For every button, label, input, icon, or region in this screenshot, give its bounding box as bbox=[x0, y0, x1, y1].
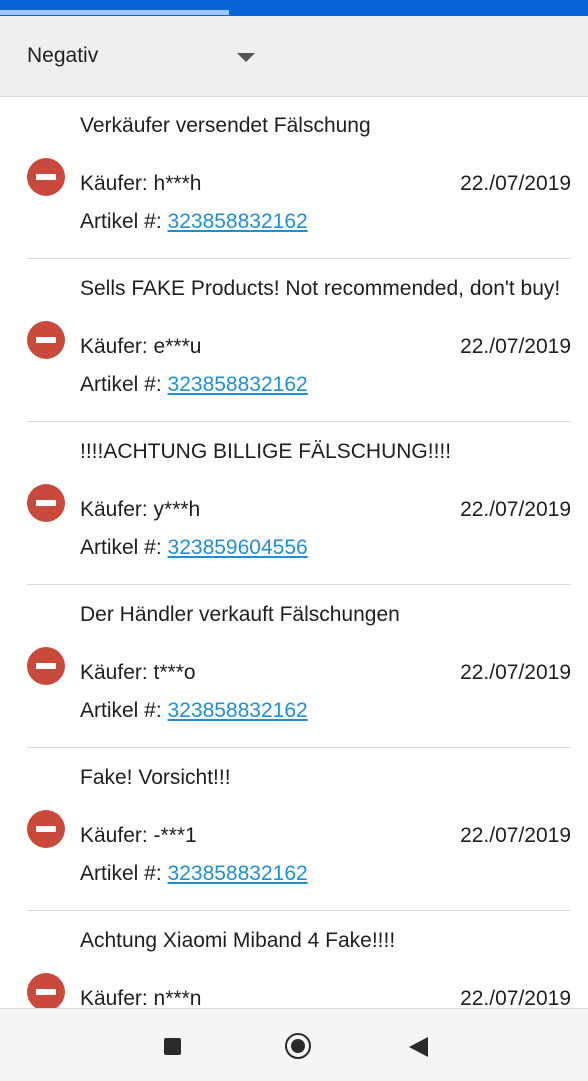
article-number-link[interactable]: 323858832162 bbox=[168, 862, 308, 885]
buyer-name: Käufer: h***h bbox=[80, 172, 202, 195]
article-row: Artikel #: 323858832162 bbox=[80, 373, 308, 397]
negative-rating-icon bbox=[27, 321, 65, 359]
buyer-name: Käufer: n***n bbox=[80, 987, 202, 1008]
buyer-name: Käufer: -***1 bbox=[80, 824, 197, 847]
buyer-name: Käufer: y***h bbox=[80, 498, 201, 521]
feedback-item: Der Händler verkauft Fälschungen Käufer:… bbox=[0, 585, 588, 748]
feedback-comment: Der Händler verkauft Fälschungen bbox=[80, 603, 400, 626]
article-number-link[interactable]: 323858832162 bbox=[168, 699, 308, 722]
feedback-comment: !!!!ACHTUNG BILLIGE FÄLSCHUNG!!!! bbox=[80, 440, 452, 463]
article-number-link[interactable]: 323859604556 bbox=[168, 536, 308, 559]
negative-rating-icon bbox=[27, 973, 65, 1008]
filter-selected-value: Negativ bbox=[27, 44, 99, 67]
feedback-item: Sells FAKE Products! Not recommended, do… bbox=[0, 259, 588, 422]
article-row: Artikel #: 323858832162 bbox=[80, 862, 308, 886]
feedback-date: 22./07/2019 bbox=[460, 824, 571, 847]
feedback-date: 22./07/2019 bbox=[460, 498, 571, 521]
buyer-name: Käufer: e***u bbox=[80, 335, 202, 358]
feedback-date: 22./07/2019 bbox=[460, 172, 571, 195]
negative-rating-icon bbox=[27, 484, 65, 522]
feedback-comment: Sells FAKE Products! Not recommended, do… bbox=[80, 277, 561, 300]
feedback-item: !!!!ACHTUNG BILLIGE FÄLSCHUNG!!!! Käufer… bbox=[0, 422, 588, 585]
article-label: Artikel #: bbox=[80, 373, 168, 396]
article-label: Artikel #: bbox=[80, 862, 168, 885]
feedback-date: 22./07/2019 bbox=[460, 335, 571, 358]
system-navigation-bar bbox=[0, 1008, 588, 1081]
feedback-date: 22./07/2019 bbox=[460, 661, 571, 684]
circle-icon[interactable] bbox=[285, 1033, 311, 1059]
feedback-date: 22./07/2019 bbox=[460, 987, 571, 1008]
feedback-item: Verkäufer versendet Fälschung Käufer: h*… bbox=[0, 96, 588, 259]
loading-progress-bar bbox=[0, 0, 588, 16]
feedback-comment: Fake! Vorsicht!!! bbox=[80, 766, 231, 789]
negative-rating-icon bbox=[27, 647, 65, 685]
negative-rating-icon bbox=[27, 810, 65, 848]
article-label: Artikel #: bbox=[80, 699, 168, 722]
progress-fill bbox=[0, 10, 230, 15]
triangle-back-icon[interactable] bbox=[409, 1037, 428, 1057]
feedback-comment: Verkäufer versendet Fälschung bbox=[80, 114, 371, 137]
feedback-item: Achtung Xiaomi Miband 4 Fake!!!! Käufer:… bbox=[0, 911, 588, 1008]
article-row: Artikel #: 323859604556 bbox=[80, 536, 308, 560]
article-number-link[interactable]: 323858832162 bbox=[168, 373, 308, 396]
feedback-comment: Achtung Xiaomi Miband 4 Fake!!!! bbox=[80, 929, 396, 952]
feedback-list[interactable]: Verkäufer versendet Fälschung Käufer: h*… bbox=[0, 96, 588, 1008]
article-number-link[interactable]: 323858832162 bbox=[168, 210, 308, 233]
buyer-name: Käufer: t***o bbox=[80, 661, 196, 684]
article-label: Artikel #: bbox=[80, 536, 168, 559]
chevron-down-icon bbox=[237, 53, 255, 62]
article-row: Artikel #: 323858832162 bbox=[80, 210, 308, 234]
article-label: Artikel #: bbox=[80, 210, 168, 233]
rating-filter-dropdown[interactable]: Negativ bbox=[0, 16, 588, 97]
feedback-item: Fake! Vorsicht!!! Käufer: -***1 22./07/2… bbox=[0, 748, 588, 911]
square-icon[interactable] bbox=[164, 1038, 181, 1055]
article-row: Artikel #: 323858832162 bbox=[80, 699, 308, 723]
negative-rating-icon bbox=[27, 158, 65, 196]
